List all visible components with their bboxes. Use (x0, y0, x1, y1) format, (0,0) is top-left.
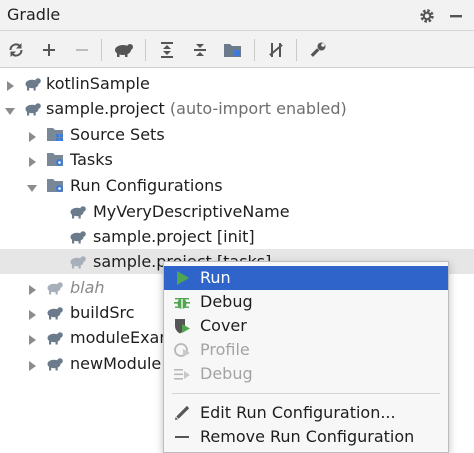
context-menu: Run Debug Cover Profile Debug Edit Run C… (163, 261, 449, 453)
tree-node-label: Tasks (70, 150, 113, 169)
tool-window-title: Gradle (7, 5, 61, 24)
expand-all-icon[interactable] (156, 39, 178, 61)
menu-item-debug[interactable]: Debug (164, 290, 448, 314)
gradle-elephant-icon (24, 100, 42, 117)
tree-node-run-config[interactable]: sample.project [init] (0, 224, 474, 249)
remove-icon (71, 39, 93, 61)
menu-separator (172, 393, 440, 394)
gear-icon[interactable] (417, 6, 437, 26)
toggle-offline-icon[interactable] (265, 39, 287, 61)
profile-icon (173, 341, 191, 359)
collapse-arrow-icon[interactable] (4, 102, 16, 115)
minus-icon (173, 428, 191, 446)
expand-arrow-icon[interactable] (4, 77, 16, 91)
tool-window-header: Gradle (0, 0, 474, 31)
gradle-elephant-icon (46, 355, 64, 372)
source-sets-folder-icon (46, 126, 64, 143)
menu-item-label: Remove Run Configuration (200, 427, 415, 446)
tree-node-source-sets[interactable]: Source Sets (0, 122, 474, 147)
gradle-elephant-icon (46, 279, 64, 296)
tree-node-label: kotlinSample (46, 74, 150, 93)
expand-arrow-icon[interactable] (26, 357, 38, 371)
tree-node-label: blah (70, 278, 105, 297)
gradle-elephant-icon (69, 228, 87, 245)
tree-node-label: sample.project (46, 99, 165, 118)
add-icon[interactable] (38, 39, 60, 61)
tree-node-label: Source Sets (70, 125, 165, 144)
run-configurations-folder-icon (46, 177, 64, 194)
menu-item-profile: Profile (164, 338, 448, 362)
collapse-all-icon[interactable] (189, 39, 211, 61)
menu-item-run[interactable]: Run (164, 266, 448, 290)
collapse-arrow-icon[interactable] (26, 179, 38, 192)
refresh-icon[interactable] (5, 39, 27, 61)
gradle-elephant-icon (46, 329, 64, 346)
expand-arrow-icon[interactable] (26, 306, 38, 320)
tasks-folder-icon (46, 151, 64, 168)
menu-item-debug-disabled: Debug (164, 362, 448, 386)
menu-item-label: Cover (200, 316, 247, 335)
menu-item-label: Profile (200, 340, 250, 359)
hide-panel-icon[interactable] (446, 6, 466, 26)
tree-node-kotlin-sample[interactable]: kotlinSample (0, 71, 474, 96)
gradle-elephant-icon (24, 75, 42, 92)
tree-node-tasks[interactable]: Tasks (0, 147, 474, 172)
expand-arrow-icon[interactable] (26, 128, 38, 142)
menu-item-remove-run-configuration[interactable]: Remove Run Configuration (164, 425, 448, 449)
coverage-icon (173, 317, 191, 335)
gradle-elephant-icon (69, 203, 87, 220)
tree-node-label: Run Configurations (70, 176, 223, 195)
menu-item-label: Edit Run Configuration... (200, 403, 396, 422)
tree-node-sample-project[interactable]: sample.project (auto-import enabled) (0, 96, 474, 121)
menu-item-label: Debug (200, 292, 253, 311)
menu-item-label: Debug (200, 364, 253, 383)
debug-list-icon (173, 365, 191, 383)
wrench-icon[interactable] (307, 39, 329, 61)
expand-arrow-icon[interactable] (26, 331, 38, 345)
tree-node-label: newModule (70, 354, 162, 373)
gradle-elephant-icon (46, 304, 64, 321)
gradle-elephant-icon (69, 253, 87, 270)
expand-arrow-icon[interactable] (26, 153, 38, 167)
run-icon (173, 269, 191, 287)
tree-node-run-config[interactable]: MyVeryDescriptiveName (0, 199, 474, 224)
menu-item-cover[interactable]: Cover (164, 314, 448, 338)
menu-item-edit-run-configuration[interactable]: Edit Run Configuration... (164, 401, 448, 425)
pencil-icon (173, 404, 191, 422)
bug-icon (173, 293, 191, 311)
tree-node-label: buildSrc (70, 303, 135, 322)
execute-gradle-task-icon[interactable] (112, 39, 134, 61)
menu-item-label: Run (200, 268, 231, 287)
gradle-toolbar (0, 31, 474, 68)
expand-arrow-icon[interactable] (26, 281, 38, 295)
tree-node-label: sample.project [init] (93, 227, 255, 246)
group-modules-icon[interactable] (222, 39, 244, 61)
auto-import-hint: (auto-import enabled) (169, 99, 347, 118)
tree-node-label: MyVeryDescriptiveName (93, 202, 290, 221)
tree-node-run-configurations[interactable]: Run Configurations (0, 173, 474, 198)
